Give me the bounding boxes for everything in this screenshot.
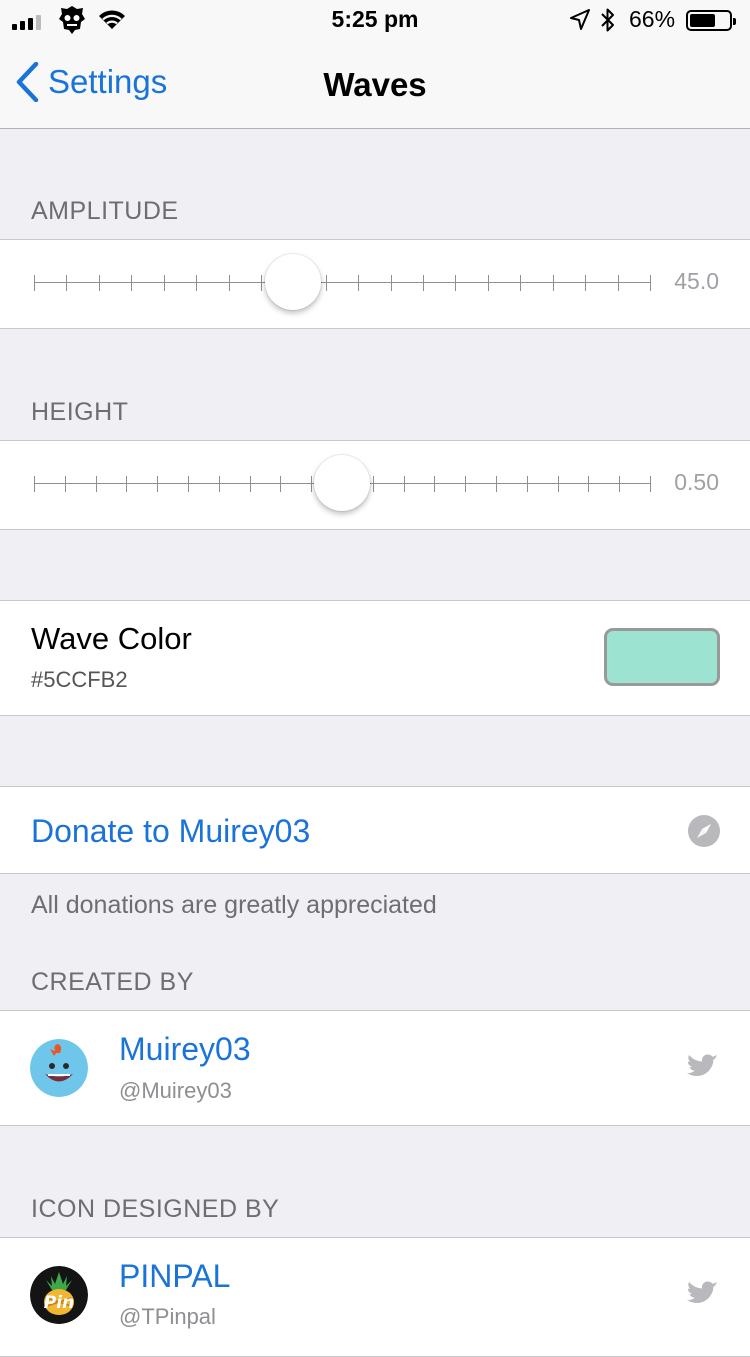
slider-tick [163, 275, 165, 291]
wave-color-swatch[interactable] [604, 628, 720, 686]
donate-cell[interactable]: Donate to Muirey03 [0, 786, 750, 874]
slider-tick [403, 476, 405, 492]
creator-cell[interactable]: Muirey03 @Muirey03 [0, 1010, 750, 1126]
slider-tick [98, 275, 100, 291]
slider-tick [588, 476, 590, 492]
icon-designer-handle: @TPinpal [119, 1304, 216, 1329]
slider-tick [131, 275, 133, 291]
slider-tick [619, 476, 621, 492]
height-slider-cell: 0.50 [0, 440, 750, 530]
slider-tick [157, 476, 159, 492]
amplitude-slider-cell: 45.0 [0, 239, 750, 329]
icon-designer-avatar-text: Pin [43, 1293, 75, 1313]
slider-tick [66, 275, 68, 291]
page-title: Waves [323, 66, 427, 103]
height-slider-thumb[interactable] [314, 455, 370, 511]
wave-color-label: Wave Color [31, 621, 192, 656]
twitter-icon [687, 1054, 718, 1076]
slider-tick [95, 476, 97, 492]
slider-tick [325, 275, 327, 291]
wave-color-hex: #5CCFB2 [31, 667, 128, 692]
slider-tick [650, 476, 651, 492]
slider-tick [188, 476, 189, 492]
slider-tick [34, 476, 35, 492]
battery-icon [686, 10, 736, 31]
slider-tick [585, 275, 587, 291]
slider-tick [260, 275, 262, 291]
slider-tick [358, 275, 360, 291]
slider-tick [311, 476, 313, 492]
height-header: HEIGHT [31, 398, 129, 426]
icon-designed-by-header: ICON DESIGNED BY [31, 1195, 280, 1223]
amplitude-value: 45.0 [674, 268, 719, 294]
slider-tick [34, 275, 35, 291]
wave-color-cell[interactable]: Wave Color #5CCFB2 [0, 600, 750, 716]
location-arrow-icon [570, 9, 590, 30]
slider-tick [196, 275, 198, 291]
icon-designer-name: PINPAL [119, 1258, 231, 1294]
icon-designer-avatar: Pin [30, 1266, 88, 1324]
height-value: 0.50 [674, 469, 719, 495]
battery-percent: 66% [629, 6, 676, 32]
creator-handle: @Muirey03 [119, 1078, 232, 1103]
slider-tick [526, 476, 528, 492]
twitter-icon [687, 1281, 718, 1303]
slider-tick [552, 275, 554, 291]
donate-link[interactable]: Donate to Muirey03 [31, 813, 310, 850]
status-bar: 5:25 pm 66% [0, 0, 750, 40]
bluetooth-icon [601, 8, 614, 32]
slider-tick [228, 275, 230, 291]
slider-tick [280, 476, 282, 492]
slider-tick [557, 476, 559, 492]
slider-tick [487, 275, 489, 291]
slider-tick [64, 476, 66, 492]
icon-designer-cell[interactable]: Pin PINPAL @TPinpal [0, 1237, 750, 1357]
slider-tick [650, 275, 651, 291]
safari-compass-icon [688, 815, 720, 847]
creator-name: Muirey03 [119, 1031, 251, 1067]
slider-tick [496, 476, 497, 492]
amplitude-slider-track[interactable] [34, 282, 650, 283]
creator-avatar [30, 1039, 88, 1097]
amplitude-slider-thumb[interactable] [264, 254, 321, 310]
slider-tick [423, 275, 425, 291]
amplitude-header: AMPLITUDE [31, 197, 179, 225]
created-by-header: CREATED BY [31, 968, 194, 996]
slider-tick [455, 275, 457, 291]
slider-tick [372, 476, 374, 492]
slider-tick [520, 275, 522, 291]
slider-tick [390, 275, 392, 291]
slider-tick [126, 476, 128, 492]
slider-tick [434, 476, 436, 492]
slider-tick [249, 476, 251, 492]
slider-tick [465, 476, 467, 492]
slider-tick [218, 476, 220, 492]
slider-tick [617, 275, 619, 291]
navigation-bar: Settings Waves [0, 40, 750, 129]
battery-fill [690, 14, 715, 27]
donate-footer: All donations are greatly appreciated [31, 891, 437, 919]
